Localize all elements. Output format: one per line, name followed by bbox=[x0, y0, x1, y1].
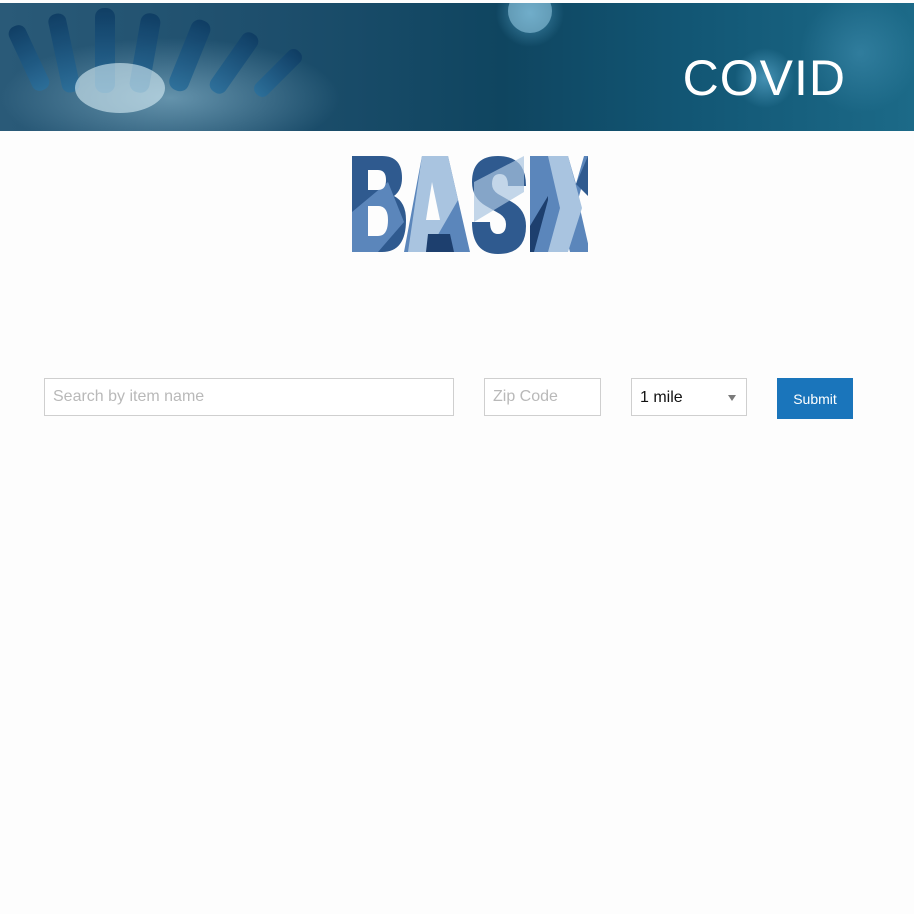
banner-title: COVID bbox=[682, 50, 846, 106]
submit-button[interactable]: Submit bbox=[777, 378, 853, 419]
zip-code-input[interactable] bbox=[484, 378, 601, 416]
search-form: 1 mile Submit bbox=[0, 378, 914, 419]
item-search-input[interactable] bbox=[44, 378, 454, 416]
chevron-down-icon bbox=[728, 395, 736, 401]
logo-letter-s bbox=[472, 156, 526, 254]
logo-letter-a bbox=[404, 156, 470, 252]
radius-select[interactable]: 1 mile bbox=[631, 378, 747, 416]
header-banner: COVID bbox=[0, 3, 914, 131]
basix-logo bbox=[352, 156, 588, 254]
logo-letter-b bbox=[352, 156, 406, 252]
page: COVID Search by item name Zip Code 1 mil… bbox=[0, 0, 914, 914]
radius-select-value: 1 mile bbox=[640, 388, 683, 406]
